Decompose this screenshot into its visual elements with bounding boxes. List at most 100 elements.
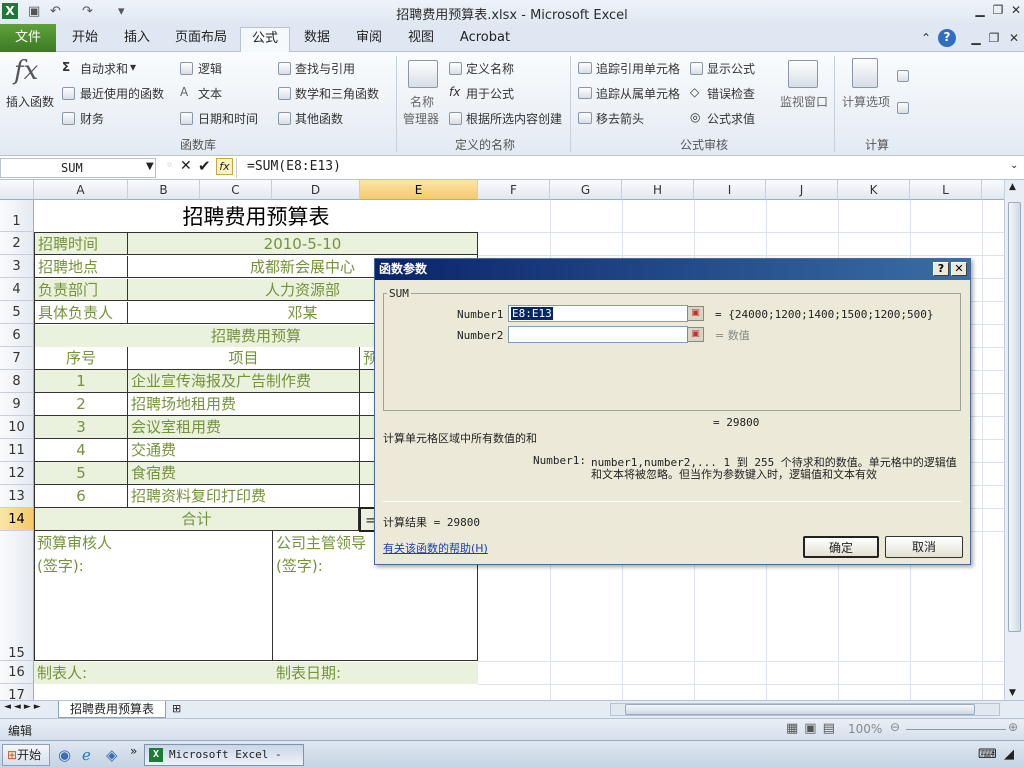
enter-icon[interactable]: ✔ — [198, 157, 211, 175]
item-name[interactable]: 企业宣传海报及广告制作费 — [128, 370, 360, 393]
column-header[interactable]: D — [272, 180, 360, 200]
column-header[interactable]: E — [360, 180, 478, 200]
row-header[interactable]: 8 — [0, 370, 34, 393]
start-button[interactable]: ⊞开始 — [2, 744, 50, 766]
column-header[interactable]: B — [128, 180, 200, 200]
label-place[interactable]: 招聘地点 — [35, 256, 128, 278]
item-name[interactable]: 交通费 — [128, 439, 360, 462]
item-no[interactable]: 1 — [35, 370, 128, 393]
reviewer-sign[interactable]: (签字): — [37, 555, 84, 577]
leader-label[interactable]: 公司主管领导 — [276, 532, 376, 554]
taskbar-excel-button[interactable]: X Microsoft Excel - ... — [144, 744, 304, 766]
arg2-input[interactable] — [508, 326, 688, 343]
cancel-button[interactable]: 取消 — [885, 536, 963, 558]
view-buttons-icon[interactable]: ▦▣▤ — [786, 721, 841, 736]
column-header[interactable]: C — [200, 180, 272, 200]
col-no-header[interactable]: 序号 — [35, 347, 128, 370]
define-name-button[interactable]: 定义名称 — [466, 60, 514, 77]
row-header[interactable]: 1 — [0, 200, 34, 232]
keyboard-icon[interactable]: ⌨ — [978, 747, 997, 762]
more-icon[interactable]: » — [130, 744, 137, 758]
label-time[interactable]: 招聘时间 — [35, 233, 128, 255]
evaluate-formula-button[interactable]: 公式求值 — [707, 110, 755, 127]
tab-review[interactable]: 审阅 — [348, 27, 390, 52]
column-header[interactable]: L — [910, 180, 982, 200]
restore-icon[interactable]: ❐ — [990, 2, 1006, 18]
zoom-in-icon[interactable]: ⊕ — [1008, 720, 1018, 734]
row-header[interactable]: 3 — [0, 255, 34, 278]
logical-button[interactable]: 逻辑 — [198, 60, 222, 77]
cancel-icon[interactable]: ✕ — [180, 158, 192, 174]
sheet-title[interactable]: 招聘费用预算表 — [34, 202, 478, 232]
row-header[interactable]: 13 — [0, 485, 34, 508]
tab-formulas[interactable]: 公式 — [240, 27, 290, 52]
row-header[interactable]: 4 — [0, 278, 34, 301]
row-header[interactable]: 10 — [0, 416, 34, 439]
item-no[interactable]: 6 — [35, 485, 128, 508]
other-functions-button[interactable]: 其他函数 — [295, 110, 343, 127]
col-item-header[interactable]: 项目 — [128, 347, 360, 370]
tab-insert[interactable]: 插入 — [114, 27, 160, 52]
close-icon[interactable]: ✕ — [1008, 2, 1024, 18]
item-no[interactable]: 4 — [35, 439, 128, 462]
ok-button[interactable]: 确定 — [803, 536, 879, 558]
lookup-button[interactable]: 查找与引用 — [295, 60, 355, 77]
item-name[interactable]: 会议室租用费 — [128, 416, 360, 439]
ie-icon[interactable]: ℯ — [82, 746, 91, 764]
media-icon[interactable]: ◈ — [106, 746, 118, 764]
help-link[interactable]: 有关该函数的帮助(H) — [383, 540, 488, 556]
maker-label[interactable]: 制表人: — [37, 662, 87, 684]
recent-functions-button[interactable]: 最近使用的函数 — [80, 85, 164, 102]
dialog-help-icon[interactable]: ? — [933, 262, 949, 276]
name-manager-label-2[interactable]: 管理器 — [403, 110, 439, 127]
insert-sheet-icon[interactable]: ⊞ — [172, 702, 192, 716]
tab-view[interactable]: 视图 — [400, 27, 442, 52]
show-formulas-button[interactable]: 显示公式 — [707, 60, 755, 77]
tab-acrobat[interactable]: Acrobat — [452, 27, 518, 52]
dialog-close-icon[interactable]: ✕ — [951, 262, 967, 276]
arg1-collapse-icon[interactable]: ▣ — [687, 306, 704, 321]
sheet-nav-icon[interactable]: ◄◄►► — [4, 702, 44, 712]
tab-page-layout[interactable]: 页面布局 — [168, 27, 234, 52]
row-header[interactable]: 2 — [0, 232, 34, 255]
arg2-collapse-icon[interactable]: ▣ — [687, 327, 704, 342]
label-owner[interactable]: 具体负责人 — [35, 302, 128, 324]
create-from-selection-button[interactable]: 根据所选内容创建 — [466, 110, 562, 127]
help-icon[interactable]: ? — [938, 29, 956, 47]
reviewer-label[interactable]: 预算审核人 — [37, 532, 112, 554]
tab-file[interactable]: 文件 — [0, 24, 56, 52]
label-dept[interactable]: 负责部门 — [35, 279, 128, 301]
autosum-button[interactable]: 自动求和 — [80, 60, 128, 77]
volume-icon[interactable]: ◢ — [1004, 747, 1014, 762]
footer-row[interactable] — [34, 662, 478, 684]
vertical-scroll-thumb[interactable] — [1008, 202, 1021, 632]
column-header[interactable]: I — [694, 180, 766, 200]
total-label[interactable]: 合计 — [35, 508, 359, 530]
remove-arrows-button[interactable]: 移去箭头 — [596, 110, 644, 127]
column-header[interactable]: F — [478, 180, 550, 200]
ribbon-collapse-icon[interactable]: ⌃ — [918, 30, 934, 46]
row-header[interactable]: 14 — [0, 508, 34, 531]
tab-home[interactable]: 开始 — [62, 27, 108, 52]
column-header[interactable]: A — [34, 180, 128, 200]
row-header[interactable]: 12 — [0, 462, 34, 485]
row-header[interactable]: 16 — [0, 661, 34, 684]
item-no[interactable]: 3 — [35, 416, 128, 439]
calculation-options-button[interactable]: 计算选项 — [842, 93, 890, 110]
math-button[interactable]: 数学和三角函数 — [295, 85, 379, 102]
doc-minimize-icon[interactable]: ▁ — [968, 30, 984, 46]
tab-data[interactable]: 数据 — [296, 27, 338, 52]
scroll-down-icon[interactable]: ▼ — [1009, 688, 1016, 698]
text-button[interactable]: 文本 — [198, 85, 222, 102]
row-header[interactable]: 5 — [0, 301, 34, 324]
column-header[interactable]: H — [622, 180, 694, 200]
error-check-button[interactable]: 错误检查 — [707, 85, 755, 102]
scroll-up-icon[interactable]: ▲ — [1009, 182, 1016, 192]
value-time[interactable]: 2010-5-10 — [128, 233, 477, 255]
row-header[interactable]: 15 — [0, 531, 34, 661]
horizontal-scrollbar[interactable] — [610, 703, 1000, 716]
formula-input[interactable]: =SUM(E8:E13) — [236, 158, 1006, 178]
vertical-scrollbar[interactable]: ▲ ▼ — [1004, 180, 1024, 702]
item-name[interactable]: 食宿费 — [128, 462, 360, 485]
sheet-tab-active[interactable]: 招聘费用预算表 — [58, 701, 166, 718]
